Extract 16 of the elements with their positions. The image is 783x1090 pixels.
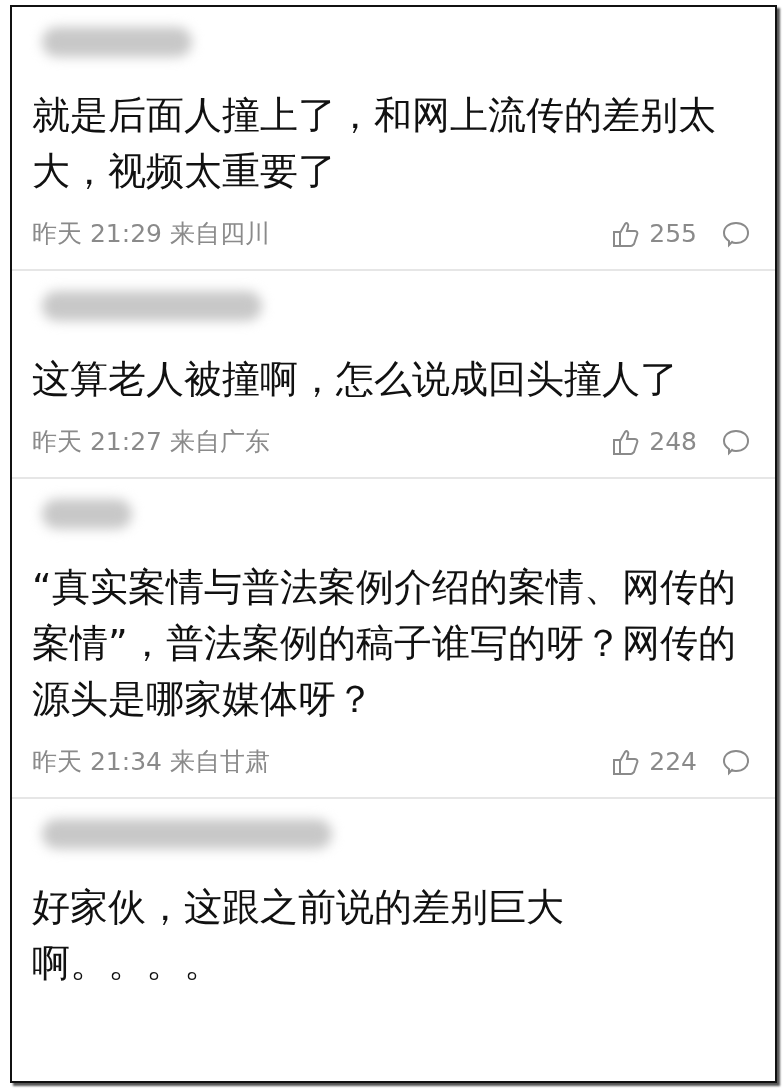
comment-text: 就是后面人撞上了，和网上流传的差别太大，视频太重要了 (32, 92, 717, 195)
reply-button[interactable] (721, 427, 751, 457)
comment-text: 好家伙，这跟之前说的差别巨大啊。。。。 (32, 884, 565, 987)
comment-location: 来自广东 (170, 426, 270, 459)
comment-text: “真实案情与普法案例介绍的案情、网传的案情”，普法案例的稿子谁写的呀？网传的源头是哪家媒体呀？ (32, 564, 737, 723)
reply-button[interactable] (721, 747, 751, 777)
comment-location: 来自四川 (170, 218, 270, 251)
comment-time: 昨天 21:27 (32, 426, 162, 459)
comment-time: 昨天 21:29 (32, 218, 162, 251)
comment-location: 来自甘肃 (170, 746, 270, 779)
like-button[interactable]: 255 (611, 215, 697, 253)
reply-button[interactable] (721, 219, 751, 249)
like-button[interactable]: 248 (611, 423, 697, 461)
comment-text: 这算老人被撞啊，怎么说成回头撞人了 (32, 356, 679, 403)
like-button[interactable]: 224 (611, 743, 697, 781)
comment-time: 昨天 21:34 (32, 746, 162, 779)
